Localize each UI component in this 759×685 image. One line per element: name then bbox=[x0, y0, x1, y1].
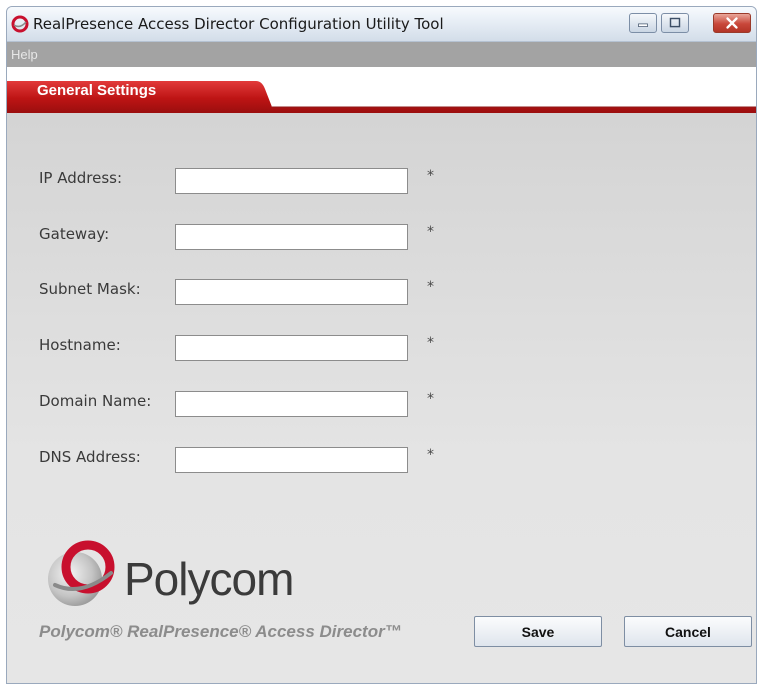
polycom-logo-icon bbox=[48, 540, 115, 606]
tab-bar: General Settings bbox=[7, 67, 756, 113]
dns-address-input[interactable] bbox=[175, 447, 408, 473]
gateway-required-marker: * bbox=[427, 224, 434, 240]
hostname-required-marker: * bbox=[427, 335, 434, 351]
window-title: RealPresence Access Director Configurati… bbox=[33, 15, 444, 33]
hostname-label: Hostname: bbox=[39, 336, 121, 354]
domain-name-required-marker: * bbox=[427, 391, 434, 407]
maximize-icon bbox=[669, 17, 681, 28]
close-icon bbox=[726, 17, 738, 29]
gateway-input[interactable] bbox=[175, 224, 408, 250]
app-window: RealPresence Access Director Configurati… bbox=[6, 6, 757, 684]
menu-help[interactable]: Help bbox=[11, 47, 38, 62]
subnet-mask-required-marker: * bbox=[427, 279, 434, 295]
maximize-button[interactable] bbox=[661, 13, 689, 33]
ip-address-label: IP Address: bbox=[39, 169, 123, 187]
minimize-button[interactable] bbox=[629, 13, 657, 33]
dns-address-label: DNS Address: bbox=[39, 448, 141, 466]
ip-address-required-marker: * bbox=[427, 168, 434, 184]
close-button[interactable] bbox=[713, 13, 751, 33]
dns-address-required-marker: * bbox=[427, 447, 434, 463]
hostname-input[interactable] bbox=[175, 335, 408, 361]
minimize-icon bbox=[638, 23, 648, 27]
gateway-label: Gateway: bbox=[39, 225, 110, 243]
save-button[interactable]: Save bbox=[474, 616, 602, 647]
menu-bar: Help bbox=[7, 42, 756, 67]
domain-name-input[interactable] bbox=[175, 391, 408, 417]
title-bar[interactable]: RealPresence Access Director Configurati… bbox=[7, 7, 756, 42]
subnet-mask-label: Subnet Mask: bbox=[39, 280, 141, 298]
polycom-app-icon bbox=[11, 15, 29, 33]
tab-general-settings-label: General Settings bbox=[37, 82, 157, 99]
domain-name-label: Domain Name: bbox=[39, 392, 152, 410]
ip-address-input[interactable] bbox=[175, 168, 408, 194]
subnet-mask-input[interactable] bbox=[175, 279, 408, 305]
polycom-wordmark: Polycom bbox=[124, 553, 294, 605]
product-tagline: Polycom® RealPresence® Access Director™ bbox=[39, 622, 402, 641]
cancel-button[interactable]: Cancel bbox=[624, 616, 752, 647]
